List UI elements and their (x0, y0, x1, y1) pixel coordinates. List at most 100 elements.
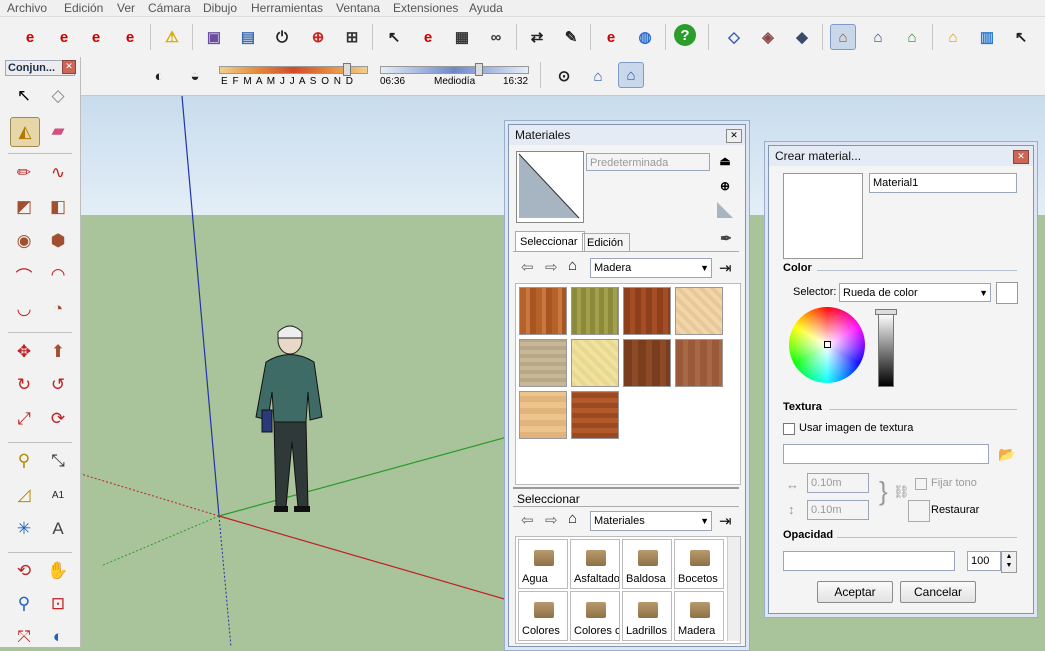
wrench-icon[interactable]: ✎ (558, 24, 584, 50)
axes-icon[interactable]: ✳ (10, 515, 38, 543)
export-anim-icon[interactable]: e (117, 24, 143, 50)
accept-button[interactable]: Aceptar (817, 581, 893, 603)
rotated-rectangle-icon[interactable]: ◧ (44, 193, 72, 221)
folder-item[interactable]: Bocetos (674, 539, 724, 589)
brightness-slider[interactable] (878, 313, 894, 387)
eraser-icon[interactable]: ▰ (44, 117, 72, 145)
menu-ventana[interactable]: Ventana (336, 1, 380, 15)
arrows-swap-icon[interactable]: ⇄ (524, 24, 550, 50)
materials-close-icon[interactable]: ✕ (726, 129, 742, 143)
protractor-icon[interactable]: ◿ (10, 481, 38, 509)
cancel-button[interactable]: Cancelar (900, 581, 976, 603)
wood-swatch[interactable] (519, 287, 567, 335)
menu-ayuda[interactable]: Ayuda (469, 1, 503, 15)
time-slider[interactable] (380, 66, 529, 74)
freehand-icon[interactable]: ∿ (44, 159, 72, 187)
material-name-field[interactable]: Predeterminada (586, 153, 710, 171)
component-box-icon[interactable]: ▣ (201, 24, 227, 50)
house-color-icon[interactable]: ⌂ (899, 24, 925, 50)
select-extra-icon[interactable]: ↖ (1008, 24, 1034, 50)
create-material-close-icon[interactable]: ✕ (1013, 150, 1029, 164)
render-icon[interactable]: e (598, 24, 624, 50)
wood-swatch[interactable] (571, 339, 619, 387)
lower-forward-arrow-icon[interactable]: ⇨ (545, 511, 558, 529)
lower-home-icon[interactable]: ⌂ (568, 510, 577, 527)
arc3-icon[interactable]: ◡ (10, 295, 38, 323)
menu-extensiones[interactable]: Extensiones (393, 1, 458, 15)
texture-height-input[interactable]: 0.10m (807, 500, 869, 520)
3d-text-icon[interactable]: A (44, 515, 72, 543)
pointer-help-icon[interactable]: ↖ (381, 24, 407, 50)
solid-cube-icon[interactable]: ◆ (789, 24, 815, 50)
opacity-slider[interactable] (783, 551, 955, 571)
warning-icon[interactable]: ⚠ (159, 24, 185, 50)
tab-select[interactable]: Seleccionar (515, 231, 585, 252)
push-pull-icon[interactable]: ⬆ (44, 338, 72, 366)
zoom-icon[interactable]: ⚲ (10, 590, 38, 618)
grid-icon[interactable]: ⊞ (339, 24, 365, 50)
scale-icon[interactable]: ⤢ (10, 405, 38, 433)
wood-swatch[interactable] (675, 339, 723, 387)
color-swatch-preview[interactable] (996, 282, 1018, 304)
tab-edit[interactable]: Edición (582, 233, 630, 252)
circle-icon[interactable]: ◉ (10, 227, 38, 255)
look-house-icon[interactable]: ⌂ (618, 62, 644, 88)
wood-swatch[interactable] (519, 339, 567, 387)
person-figure[interactable] (248, 322, 333, 518)
brightness-slider-thumb[interactable] (875, 309, 897, 315)
forward-arrow-icon[interactable]: ⇨ (545, 258, 558, 276)
folder-item[interactable]: Colores (518, 591, 568, 641)
folder-item[interactable]: Agua (518, 539, 568, 589)
default-material-icon[interactable] (715, 200, 735, 220)
details-arrow-icon[interactable]: ⇥ (719, 259, 732, 277)
zoom-window-icon[interactable]: ⊡ (44, 590, 72, 618)
house-textured-icon[interactable]: ⌂ (830, 24, 856, 50)
texture-path-input[interactable] (783, 444, 989, 464)
folder-item[interactable]: Ladrillos (622, 591, 672, 641)
rectangle-icon[interactable]: ◩ (10, 193, 38, 221)
make-component-icon[interactable]: ◇ (44, 82, 72, 110)
offset-icon[interactable]: ⟳ (44, 405, 72, 433)
arc2-icon[interactable]: ◠ (44, 261, 72, 289)
orbit-icon[interactable]: ⟲ (10, 557, 38, 585)
back-arrow-icon[interactable]: ⇦ (521, 258, 534, 276)
library-dropdown[interactable]: Madera ▼ (590, 258, 712, 278)
lower-library-dropdown[interactable]: Materiales ▼ (590, 511, 712, 531)
new-material-name-input[interactable]: Material1 (869, 173, 1017, 193)
tools-panel-close-icon[interactable]: ✕ (62, 60, 76, 74)
menu-edicion[interactable]: Edición (64, 1, 103, 15)
export-model-icon[interactable]: e (51, 24, 77, 50)
time-slider-thumb[interactable] (475, 63, 483, 76)
opacity-spinner-icon[interactable]: ▲ ▼ (1001, 551, 1017, 573)
house-style-icon[interactable]: ⌂ (940, 24, 966, 50)
menu-dibujo[interactable]: Dibujo (203, 1, 237, 15)
target-icon[interactable]: ⊕ (305, 24, 331, 50)
wood-swatch[interactable] (519, 391, 567, 439)
palette-window-icon[interactable]: ▥ (974, 24, 1000, 50)
color-wheel-cursor[interactable] (824, 341, 831, 348)
export-view-icon[interactable]: e (83, 24, 109, 50)
position-camera-icon[interactable]: ⊙ (551, 63, 577, 89)
xray-cube-icon[interactable]: ◇ (721, 24, 747, 50)
chain-link-icon[interactable]: ⛓ (893, 484, 910, 500)
export-icon[interactable]: e (17, 24, 43, 50)
wood-swatch[interactable] (623, 287, 671, 335)
help-icon[interactable]: ? (674, 24, 696, 46)
wood-swatch[interactable] (675, 287, 723, 335)
create-material-icon[interactable]: ⊕ (715, 176, 735, 196)
restore-swatch[interactable] (908, 500, 930, 522)
texture-width-input[interactable]: 0.10m (807, 473, 869, 493)
pie-icon[interactable]: ◔ (44, 295, 72, 323)
plug-icon[interactable]: ⏻ (269, 24, 295, 50)
tape-measure-icon[interactable]: ⚲ (10, 447, 38, 475)
paint-bucket-icon[interactable]: ◭ (10, 117, 40, 147)
menu-camara[interactable]: Cámara (148, 1, 191, 15)
arc-icon[interactable]: ⌒ (10, 261, 38, 289)
wood-swatch[interactable] (571, 287, 619, 335)
fix-tone-checkbox[interactable] (915, 478, 927, 490)
lower-back-arrow-icon[interactable]: ⇦ (521, 511, 534, 529)
month-slider-thumb[interactable] (343, 63, 351, 76)
wire-cube-icon[interactable]: ◈ (755, 24, 781, 50)
pencil-icon[interactable]: ✏ (10, 159, 38, 187)
fog-toggle-icon[interactable]: ◒ (182, 63, 208, 89)
